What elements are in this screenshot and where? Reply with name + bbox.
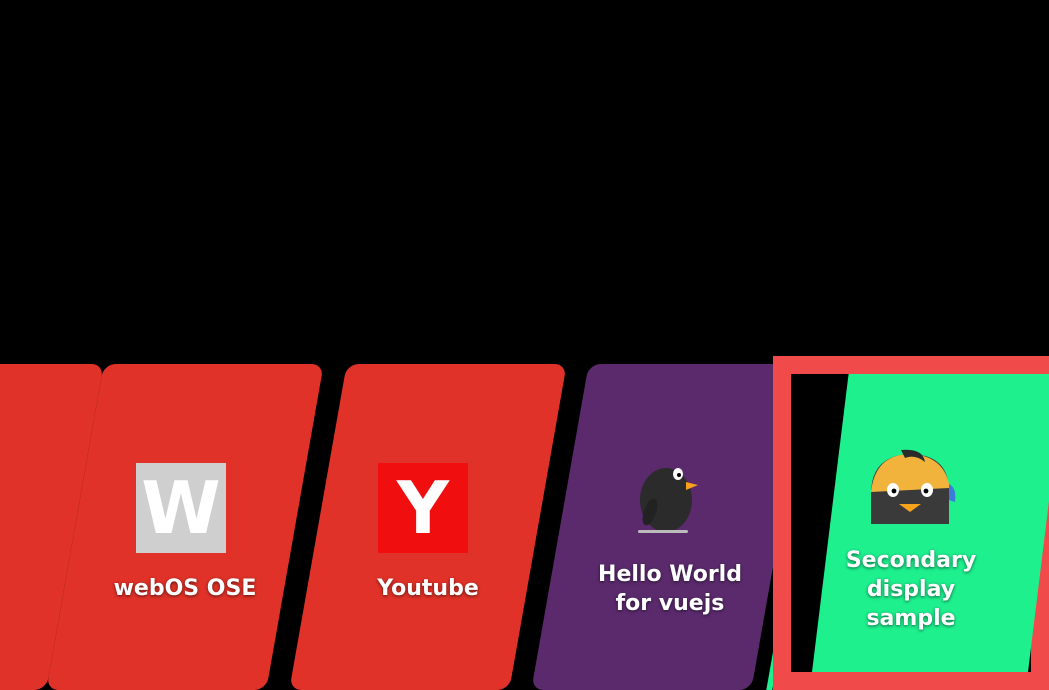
- app-label-line1: Hello World: [598, 562, 742, 587]
- app-label-secondary-display: Secondary display sample: [791, 546, 1031, 633]
- app-label-line2: for vuejs: [615, 591, 725, 616]
- app-label-youtube: Youtube: [377, 576, 479, 601]
- app-label-line2: display: [866, 577, 956, 602]
- app-label-line1: Secondary: [845, 548, 977, 573]
- app-card-secondary-display-content[interactable]: Secondary display sample: [791, 374, 1031, 672]
- webos-w-icon: W: [136, 463, 226, 553]
- app-label-hello-world: Hello World for vuejs: [560, 560, 780, 618]
- app-card-hello-world-vuejs[interactable]: Hello World for vuejs: [531, 364, 809, 690]
- penguin-cap-icon: [871, 449, 956, 524]
- app-card-youtube[interactable]: Y Youtube: [289, 364, 567, 690]
- app-label-line3: sample: [866, 606, 956, 631]
- youtube-y-icon: Y: [378, 463, 468, 553]
- app-label-webos-ose: webOS OSE: [113, 576, 257, 601]
- penguin-icon: [638, 468, 698, 533]
